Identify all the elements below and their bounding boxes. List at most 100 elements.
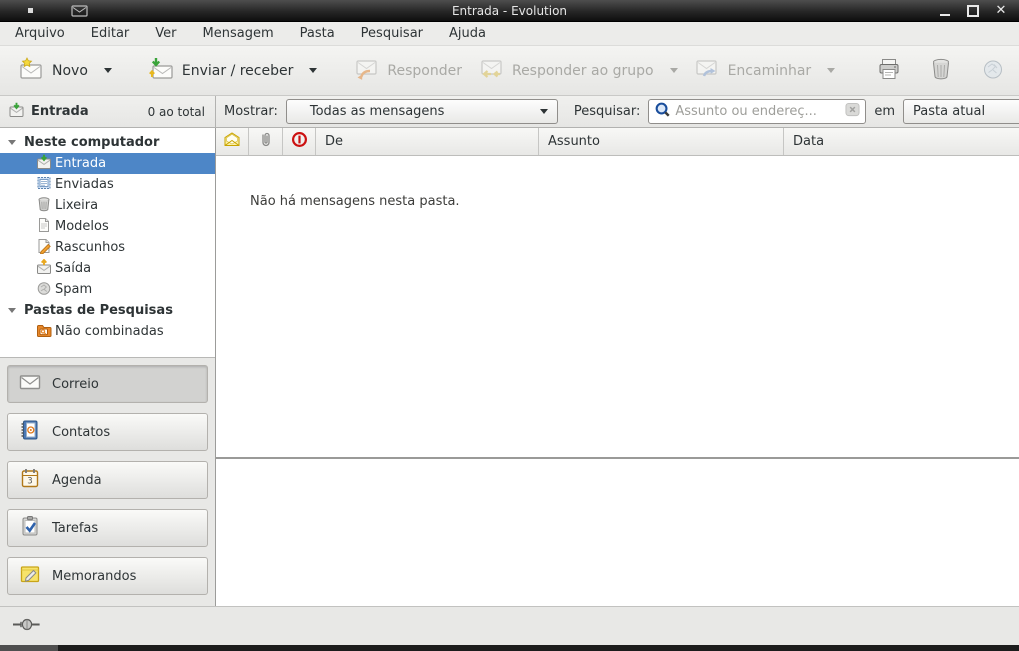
folder-spam[interactable]: Spam — [0, 279, 215, 300]
chevron-down-icon — [540, 109, 548, 114]
menu-ajuda[interactable]: Ajuda — [436, 23, 499, 44]
switcher-mail-button[interactable]: Correio — [7, 365, 208, 403]
send-receive-dropdown-arrow[interactable] — [309, 68, 317, 73]
menu-editar[interactable]: Editar — [78, 23, 143, 44]
column-read-status[interactable] — [216, 128, 249, 155]
inbox-icon — [8, 102, 25, 122]
folder-modelos[interactable]: Modelos — [0, 216, 215, 237]
evolution-window: Entrada - Evolution ✕ Arquivo Editar Ver… — [0, 0, 1019, 651]
reply-button-label: Responder — [387, 63, 462, 79]
forward-icon — [694, 57, 720, 85]
svg-text:3: 3 — [27, 477, 32, 487]
folder-lixeira[interactable]: Lixeira — [0, 195, 215, 216]
maximize-button[interactable] — [967, 5, 979, 17]
contacts-icon — [18, 419, 42, 445]
titlebar: Entrada - Evolution ✕ — [0, 0, 1019, 22]
menu-arquivo[interactable]: Arquivo — [2, 23, 78, 44]
column-attachment[interactable] — [249, 128, 283, 155]
show-filter-value: Todas as mensagens — [296, 104, 540, 119]
send-receive-button-label: Enviar / receber — [182, 63, 293, 79]
folder-rascunhos[interactable]: Rascunhos — [0, 237, 215, 258]
folder-label: Modelos — [55, 219, 109, 234]
message-list-header: De Assunto Data — [216, 128, 1019, 156]
junk-button[interactable] — [975, 51, 1011, 91]
folder-label: Não combinadas — [55, 324, 164, 339]
new-button[interactable]: Novo — [10, 51, 96, 91]
menu-mensagem[interactable]: Mensagem — [190, 23, 287, 44]
switcher-label: Correio — [52, 377, 99, 392]
reply-button[interactable]: Responder — [345, 51, 470, 91]
column-assunto[interactable]: Assunto — [539, 128, 784, 155]
current-folder-name: Entrada — [31, 104, 89, 119]
menu-pesquisar[interactable]: Pesquisar — [348, 23, 436, 44]
message-list-body[interactable]: Não há mensagens nesta pasta. — [216, 156, 1019, 457]
reply-group-dropdown-arrow[interactable] — [670, 68, 678, 73]
search-folder-icon — [36, 322, 52, 342]
search-scope-dropdown[interactable]: Pasta atual — [903, 99, 1019, 124]
forward-dropdown-arrow[interactable] — [827, 68, 835, 73]
message-area: De Assunto Data Não há mensagens nesta p… — [216, 128, 1019, 606]
clear-search-icon[interactable] — [845, 102, 860, 121]
send-receive-icon — [148, 57, 174, 85]
close-button[interactable]: ✕ — [995, 5, 1007, 17]
search-entry[interactable] — [648, 99, 866, 124]
folder-saida[interactable]: Saída — [0, 258, 215, 279]
switcher-label: Tarefas — [52, 521, 98, 536]
spam-icon — [36, 280, 52, 300]
folder-tree: Neste computador Entrada Enviadas — [0, 128, 215, 358]
switcher-label: Agenda — [52, 473, 102, 488]
bottom-shadow-strip — [0, 645, 1019, 651]
menu-pasta[interactable]: Pasta — [287, 23, 348, 44]
search-input[interactable] — [675, 104, 841, 119]
column-label: Data — [793, 134, 824, 149]
status-bar — [0, 606, 1019, 645]
switcher-tasks-button[interactable]: Tarefas — [7, 509, 208, 547]
folder-label: Enviadas — [55, 177, 114, 192]
show-label: Mostrar: — [222, 104, 280, 119]
show-filter-dropdown[interactable]: Todas as mensagens — [286, 99, 558, 124]
forward-button-label: Encaminhar — [728, 63, 812, 79]
column-label: Assunto — [548, 134, 600, 149]
print-button[interactable] — [871, 51, 907, 91]
expander-triangle-icon[interactable] — [8, 308, 16, 313]
folder-label: Saída — [55, 261, 91, 276]
column-de[interactable]: De — [316, 128, 539, 155]
print-icon — [877, 57, 901, 85]
folder-entrada[interactable]: Entrada — [0, 153, 215, 174]
priority-icon — [291, 131, 308, 152]
folder-info: Entrada 0 ao total — [0, 96, 216, 127]
forward-button[interactable]: Encaminhar — [686, 51, 820, 91]
tree-group-search-folders[interactable]: Pastas de Pesquisas — [0, 300, 215, 321]
folder-label: Spam — [55, 282, 92, 297]
toolbar: Novo Enviar / receber Responder Responde… — [0, 46, 1019, 96]
sidebar: Neste computador Entrada Enviadas — [0, 128, 216, 606]
switcher-calendar-button[interactable]: 3 Agenda — [7, 461, 208, 499]
online-status-plug-icon[interactable] — [12, 617, 44, 636]
tree-group-this-computer[interactable]: Neste computador — [0, 132, 215, 153]
column-priority[interactable] — [283, 128, 316, 155]
folder-label: Rascunhos — [55, 240, 125, 255]
search-icon — [654, 101, 671, 122]
view-switcher: Correio Contatos 3 Agenda — [0, 358, 215, 606]
switcher-label: Memorandos — [52, 569, 136, 584]
trash-icon — [36, 196, 52, 216]
minimize-button[interactable] — [939, 5, 951, 17]
delete-button[interactable] — [923, 51, 959, 91]
expander-triangle-icon[interactable] — [8, 140, 16, 145]
new-dropdown-arrow[interactable] — [104, 68, 112, 73]
folder-nao-combinadas[interactable]: Não combinadas — [0, 321, 215, 342]
scope-label: em — [872, 104, 897, 119]
empty-folder-text: Não há mensagens nesta pasta. — [250, 194, 460, 209]
attachment-icon — [259, 131, 273, 152]
junk-icon — [981, 57, 1005, 85]
folder-enviadas[interactable]: Enviadas — [0, 174, 215, 195]
switcher-contacts-button[interactable]: Contatos — [7, 413, 208, 451]
send-receive-button[interactable]: Enviar / receber — [140, 51, 301, 91]
menu-ver[interactable]: Ver — [142, 23, 189, 44]
window-title: Entrada - Evolution — [0, 4, 1019, 18]
drafts-icon — [36, 238, 52, 258]
column-data[interactable]: Data — [784, 128, 1019, 155]
switcher-memos-button[interactable]: Memorandos — [7, 557, 208, 595]
reply-group-button[interactable]: Responder ao grupo — [470, 51, 662, 91]
menubar: Arquivo Editar Ver Mensagem Pasta Pesqui… — [0, 22, 1019, 46]
